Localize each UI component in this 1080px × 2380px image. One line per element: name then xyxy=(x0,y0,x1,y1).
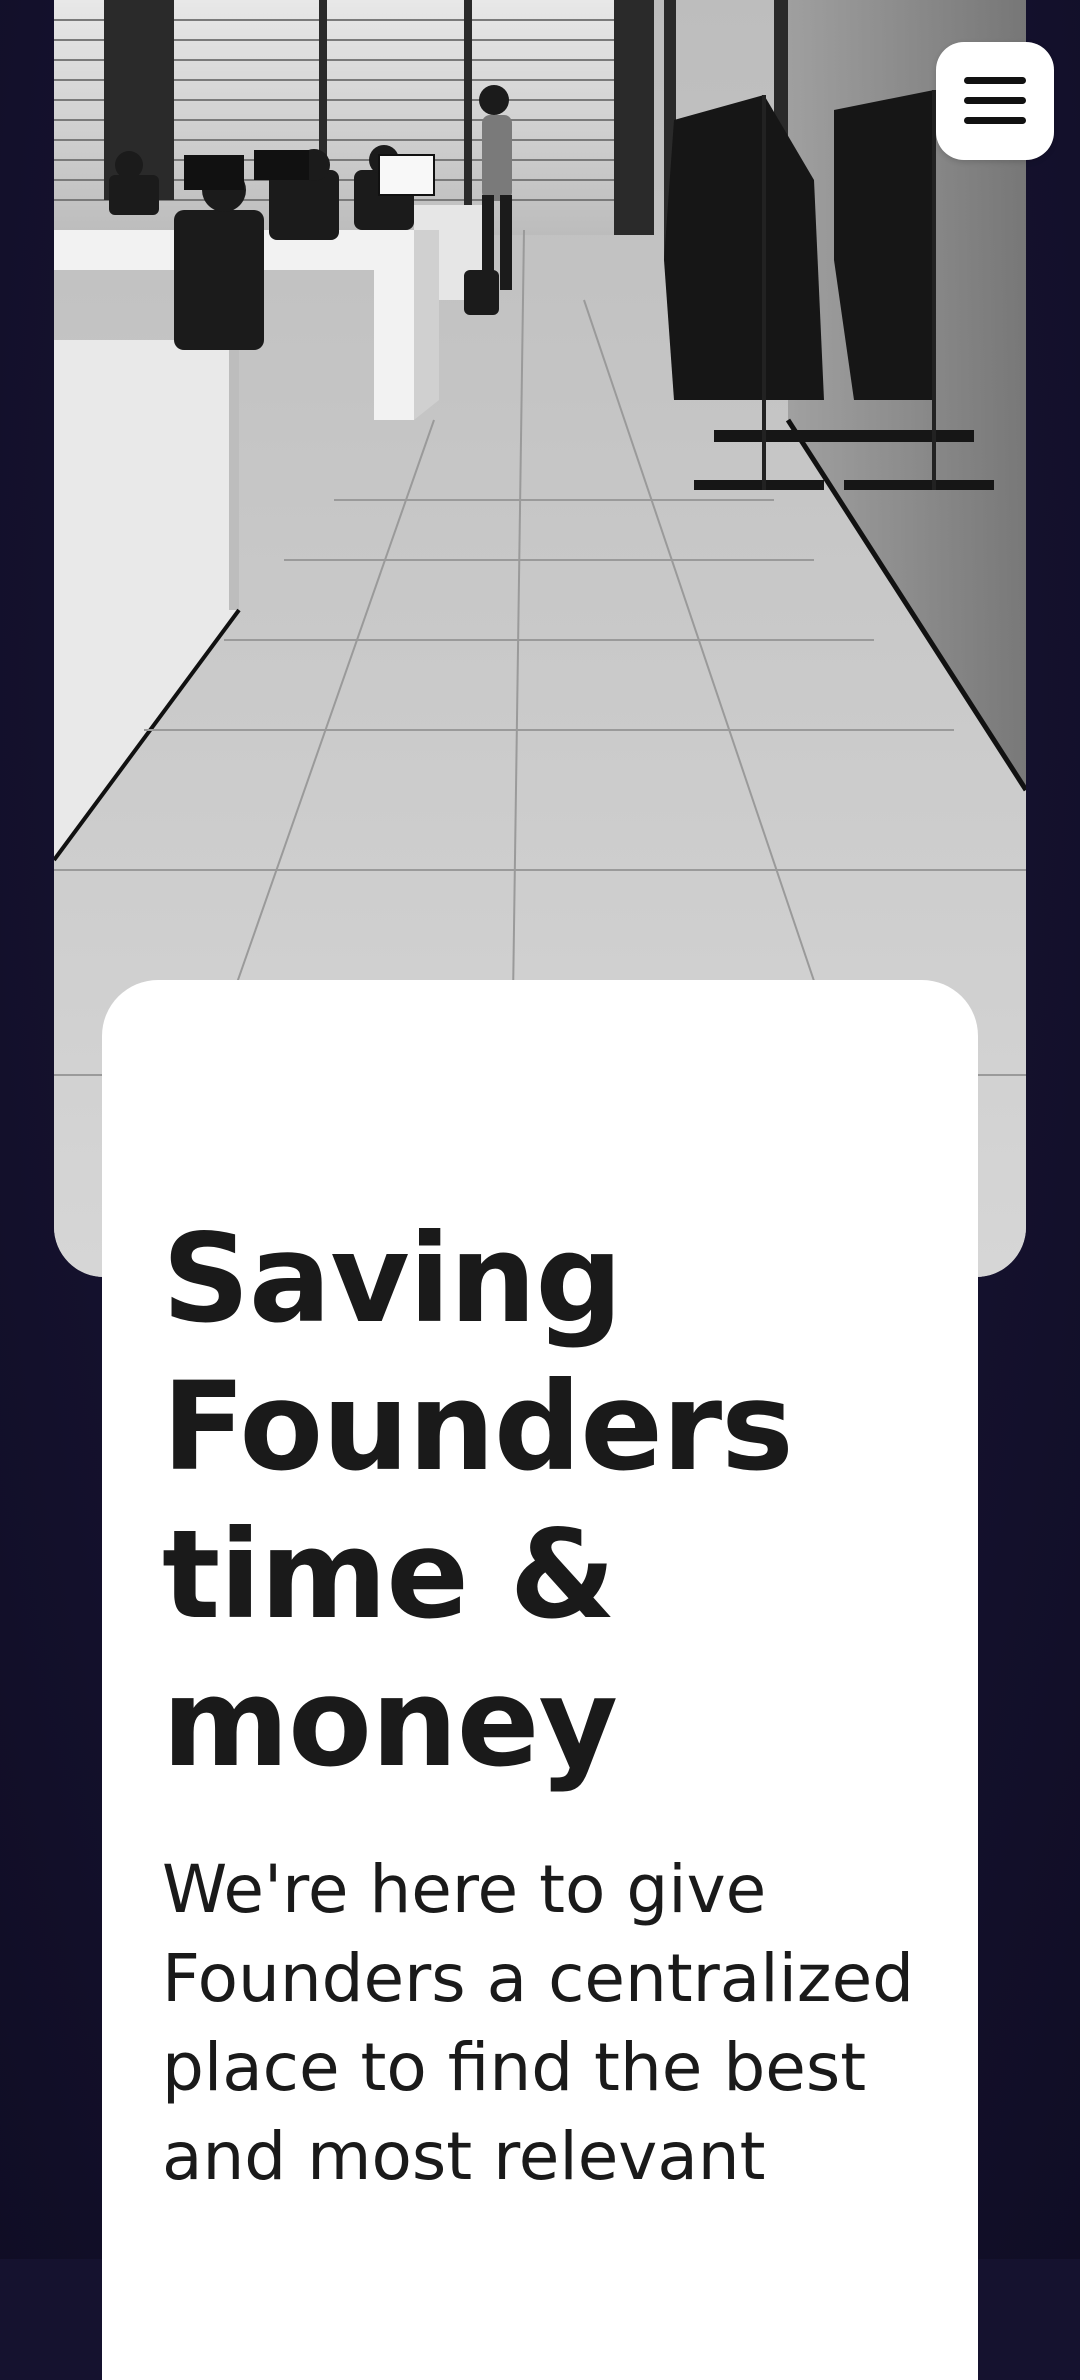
page-headline: Saving Founders time & money xyxy=(162,1208,794,1794)
hamburger-menu-icon xyxy=(964,77,1026,125)
menu-button[interactable] xyxy=(936,42,1054,160)
hero-content-card: Saving Founders time & money We're here … xyxy=(102,980,978,2380)
hero-subtext: We're here to give Founders a centralize… xyxy=(162,1851,915,2195)
